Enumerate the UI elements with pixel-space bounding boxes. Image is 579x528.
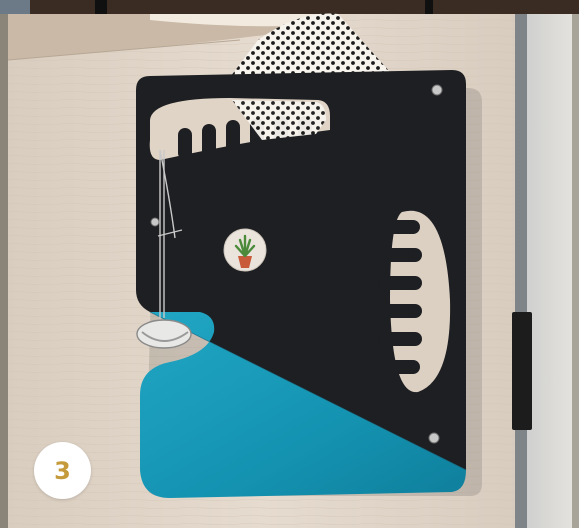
photo-illustration (0, 0, 579, 528)
ceiling-strip (0, 0, 579, 14)
door-frame (515, 14, 527, 528)
door-hinge (512, 312, 532, 430)
step-number-badge: 3 (34, 442, 91, 499)
step-number: 3 (54, 456, 71, 485)
photo-scene: 3 (0, 0, 579, 528)
left-edge (0, 14, 8, 528)
door (527, 14, 572, 528)
